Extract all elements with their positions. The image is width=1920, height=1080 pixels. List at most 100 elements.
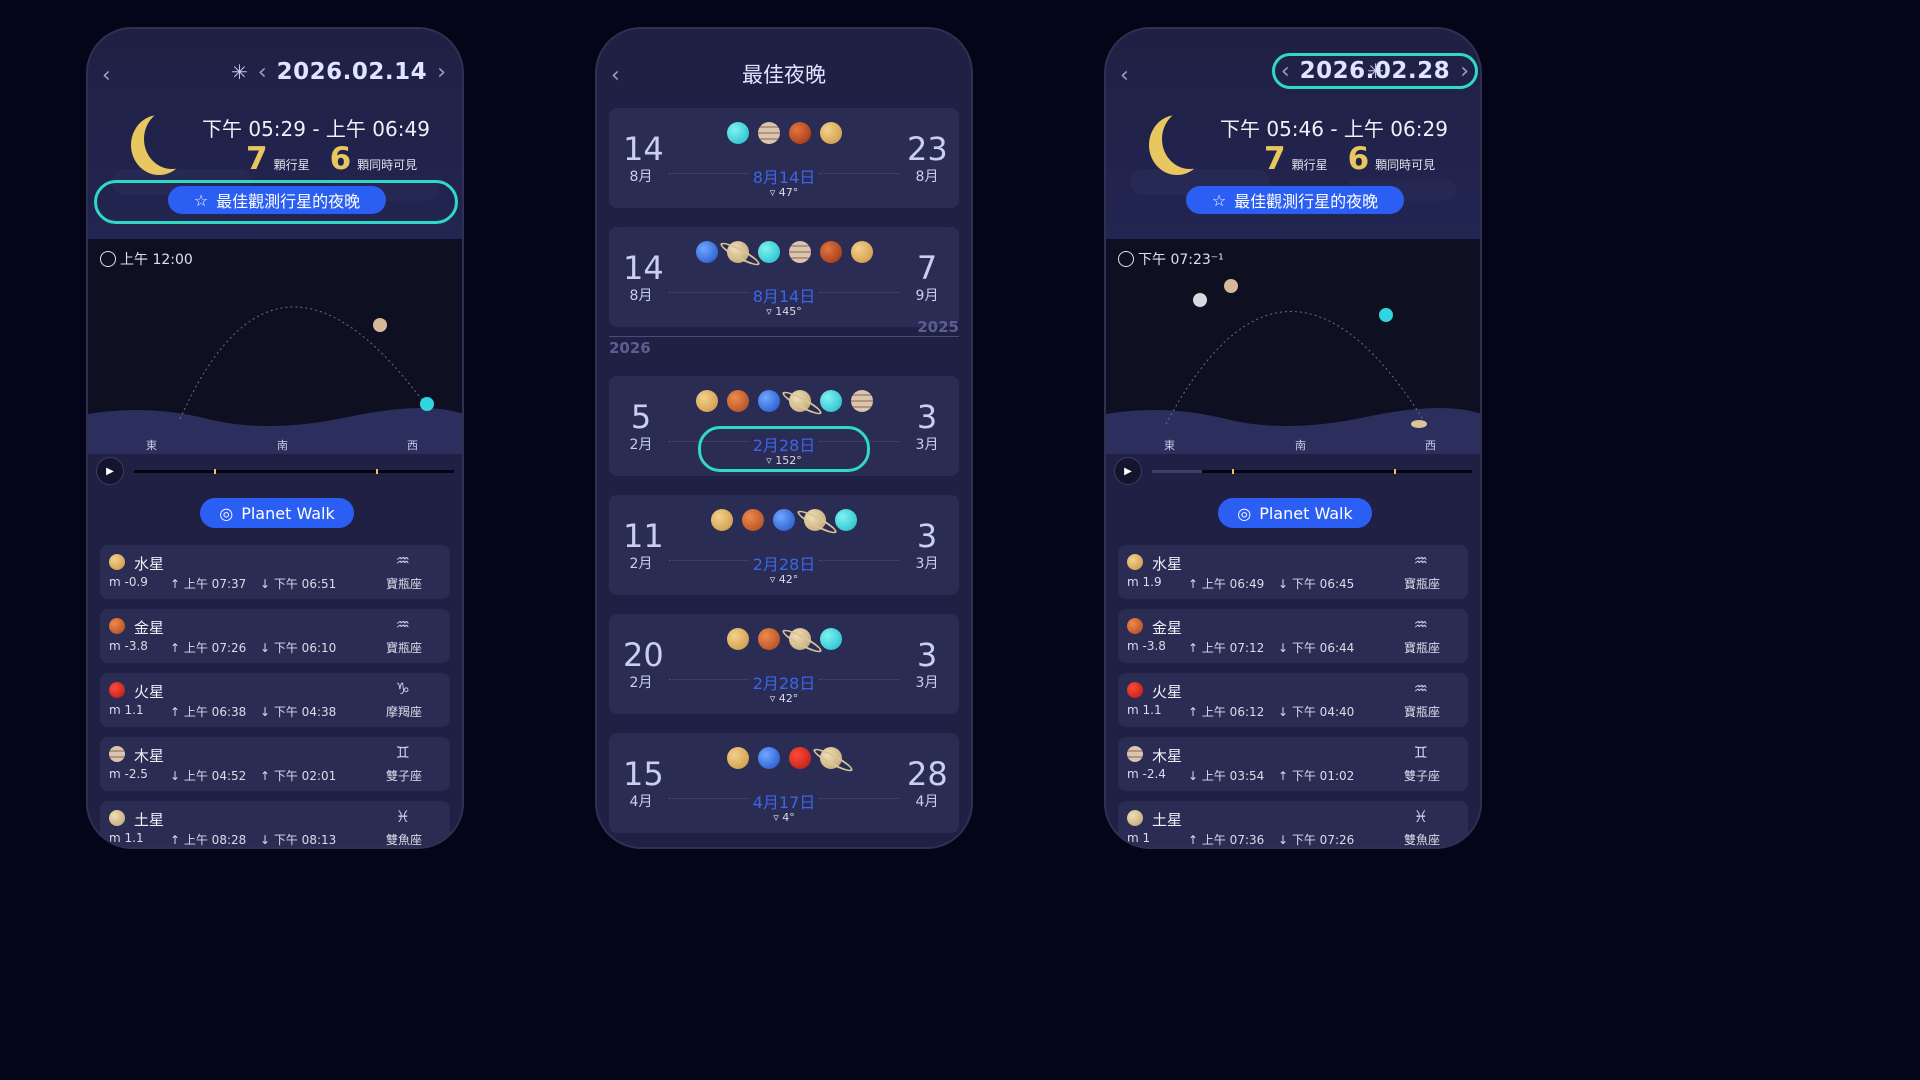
- best-nights-button[interactable]: ☆ 最佳觀測行星的夜晚: [168, 186, 386, 214]
- planet-name: 木星: [134, 747, 165, 765]
- aquarius-icon: ♒: [395, 551, 410, 570]
- planet-name: 金星: [134, 619, 165, 637]
- magnitude: m 1: [1127, 831, 1151, 845]
- planet-marker-jupiter[interactable]: [1224, 279, 1238, 293]
- current-date[interactable]: 2026.02.28: [1300, 58, 1451, 84]
- span-degrees: ▿ 47°: [769, 186, 799, 199]
- planet-row-venus[interactable]: 金星 m -3.8 ↑ 上午 07:12 ↓ 下午 06:44 ♒ 寶瓶座: [1118, 609, 1468, 663]
- set-time: ↓ 下午 08:13: [260, 833, 337, 847]
- star-icon: ☆: [1211, 190, 1227, 210]
- next-date-icon[interactable]: ›: [437, 60, 446, 85]
- sky-view[interactable]: 下午 07:23⁻¹ 東 南 西: [1106, 239, 1480, 454]
- night-card[interactable]: 20 2月 2月28日 ▿ 42° 3 3月: [609, 614, 959, 714]
- saturn-icon: [788, 390, 811, 412]
- back-icon[interactable]: ‹: [102, 63, 111, 88]
- mars-icon: [109, 682, 125, 698]
- end-day: 3: [916, 636, 938, 674]
- play-icon[interactable]: ▶: [1114, 457, 1142, 485]
- planet-row-mars[interactable]: 火星 m 1.1 ↑ 上午 06:38 ↓ 下午 04:38 ♑ 摩羯座: [100, 673, 450, 727]
- planet-marker-jupiter[interactable]: [373, 318, 387, 332]
- night-card[interactable]: 14 8月 8月14日 ▿ 47° 23 8月: [609, 108, 959, 208]
- best-nights-list: 14 8月 8月14日 ▿ 47° 23 8月 14 8月 8月14日 ▿ 145° 79…: [609, 108, 959, 847]
- planet-row-mercury[interactable]: 水星 m -0.9 ↑ 上午 07:37 ↓ 下午 06:51 ♒ 寶瓶座: [100, 545, 450, 599]
- best-nights-button[interactable]: ☆ 最佳觀測行星的夜晚: [1186, 186, 1404, 214]
- planet-marker-saturn[interactable]: [1411, 420, 1427, 428]
- planet-dots: [669, 747, 899, 769]
- year-separator: 2025 2026: [609, 318, 959, 366]
- rise-time: ↑ 上午 07:12: [1188, 641, 1265, 655]
- end-day: 28: [907, 755, 948, 793]
- end-day: 23: [907, 130, 948, 168]
- constellation: 雙子座: [385, 769, 422, 783]
- planet-marker-moon[interactable]: [1193, 293, 1207, 307]
- magnitude: m -3.8: [109, 639, 148, 653]
- mercury-icon: [819, 122, 842, 144]
- planet-marker-uranus[interactable]: [1379, 308, 1393, 322]
- uranus-icon: [819, 390, 842, 412]
- sky-view[interactable]: 上午 12:00 東 南 西: [88, 239, 462, 454]
- night-card[interactable]: 11 2月 2月28日 ▿ 42° 3 3月: [609, 495, 959, 595]
- rise-time: ↓ 上午 03:54: [1188, 769, 1265, 783]
- planet-walk-label: Planet Walk: [241, 503, 335, 523]
- time-slider[interactable]: ▶: [96, 457, 454, 487]
- night-card[interactable]: 15 4月 4月17日 ▿ 4° 28 4月: [609, 733, 959, 833]
- planet-row-venus[interactable]: 金星 m -3.8 ↑ 上午 07:26 ↓ 下午 06:10 ♒ 寶瓶座: [100, 609, 450, 663]
- aquarius-icon: ♒: [395, 615, 410, 634]
- planet-marker-uranus[interactable]: [420, 397, 434, 411]
- end-day: 7: [916, 249, 938, 287]
- planet-name: 火星: [1152, 683, 1183, 701]
- prev-date-icon[interactable]: ‹: [258, 60, 267, 85]
- constellation: 雙魚座: [385, 833, 422, 847]
- slider-track[interactable]: [134, 469, 454, 474]
- magnitude: m -2.5: [109, 767, 148, 781]
- target-icon: ◎: [1237, 503, 1252, 523]
- span-degrees: ▿ 42°: [769, 573, 799, 586]
- planet-row-mars[interactable]: 火星 m 1.1 ↑ 上午 06:12 ↓ 下午 04:40 ♒ 寶瓶座: [1118, 673, 1468, 727]
- planet-name: 土星: [1152, 811, 1183, 829]
- planet-dots: [669, 241, 899, 263]
- planet-walk-button[interactable]: ◎ Planet Walk: [1218, 498, 1372, 528]
- date-navigator: ‹ 2026.02.28 ›: [1271, 53, 1478, 89]
- rise-time: ↑ 上午 06:49: [1188, 577, 1265, 591]
- constellation: 寶瓶座: [1403, 577, 1440, 591]
- planet-row-saturn[interactable]: 土星 m 1.1 ↑ 上午 08:28 ↓ 下午 08:13 ♓ 雙魚座: [100, 801, 450, 847]
- planet-row-jupiter[interactable]: 木星 m -2.4 ↓ 上午 03:54 ↑ 下午 01:02 ♊ 雙子座: [1118, 737, 1468, 791]
- time-slider[interactable]: ▶: [1114, 457, 1472, 487]
- planet-walk-button[interactable]: ◎ Planet Walk: [200, 498, 354, 528]
- rise-time: ↑ 上午 08:28: [170, 833, 247, 847]
- saturn-icon: [819, 747, 842, 769]
- start-day: 5: [630, 398, 652, 436]
- constellation: 寶瓶座: [385, 577, 422, 591]
- prev-date-icon[interactable]: ‹: [1281, 59, 1290, 84]
- back-icon[interactable]: ‹: [1120, 63, 1129, 88]
- direction-east: 東: [1164, 439, 1175, 452]
- set-time: ↓ 下午 06:51: [260, 577, 337, 591]
- span-degrees: ▿ 152°: [766, 454, 802, 467]
- current-date[interactable]: 2026.02.14: [277, 59, 428, 85]
- start-day: 15: [623, 755, 664, 793]
- mercury-icon: [1127, 554, 1143, 570]
- planet-row-jupiter[interactable]: 木星 m -2.5 ↓ 上午 04:52 ↑ 下午 02:01 ♊ 雙子座: [100, 737, 450, 791]
- visible-count: 6: [329, 141, 352, 177]
- planet-row-mercury[interactable]: 水星 m 1.9 ↑ 上午 06:49 ↓ 下午 06:45 ♒ 寶瓶座: [1118, 545, 1468, 599]
- jupiter-icon: [1127, 746, 1143, 762]
- next-date-icon[interactable]: ›: [1460, 59, 1469, 84]
- separator-line: [609, 336, 959, 337]
- night-card[interactable]: 5 2月 2月28日 ▿ 152° 3 3月: [609, 376, 959, 476]
- mercury-icon: [695, 390, 718, 412]
- mars-icon: [788, 122, 811, 144]
- planet-name: 火星: [134, 683, 165, 701]
- play-icon[interactable]: ▶: [96, 457, 124, 485]
- planet-row-saturn[interactable]: 土星 m 1 ↑ 上午 07:36 ↓ 下午 07:26 ♓ 雙魚座: [1118, 801, 1468, 847]
- sky-arc: [88, 306, 462, 454]
- planet-dots: [669, 509, 899, 531]
- night-card[interactable]: 14 8月 8月14日 ▿ 145° 7 9月: [609, 227, 959, 327]
- saturn-icon: [804, 509, 826, 531]
- slider-track[interactable]: [1152, 469, 1472, 474]
- end-day: 3: [916, 517, 938, 555]
- sparkle-icon[interactable]: ✳: [231, 60, 248, 84]
- planet-name: 水星: [134, 555, 165, 573]
- phone-day-view-1: ‹ ✳ ‹ 2026.02.14 › 下午 05:29 - 上午 06:49 7…: [86, 27, 464, 849]
- magnitude: m 1.1: [109, 703, 144, 717]
- saturn-icon: [788, 628, 811, 650]
